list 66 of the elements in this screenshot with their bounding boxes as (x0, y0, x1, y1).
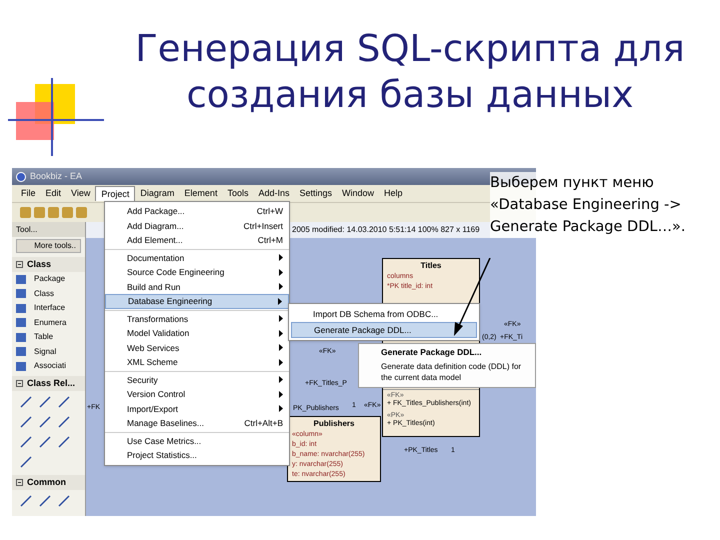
menu-item[interactable]: Generate Package DDL... (291, 322, 477, 338)
connector-tool-icon[interactable] (20, 396, 32, 408)
collapse-icon[interactable] (16, 380, 23, 386)
menu-bar-item[interactable]: Add-Ins (253, 186, 294, 201)
window-title: Bookbiz - EA (30, 172, 82, 181)
toolbox-item[interactable]: Package (12, 272, 85, 286)
diagram-info: 2005 modified: 14.03.2010 5:51:14 100% 827 x 1169 (292, 226, 480, 234)
menu-item[interactable]: Add Diagram... Ctrl+Insert (105, 218, 289, 233)
connector-tool-icon[interactable] (58, 416, 70, 428)
toolbox-item[interactable]: Associati (12, 359, 85, 374)
menu-item[interactable]: Manage Baselines... Ctrl+Alt+B (105, 416, 289, 430)
toolbox-section-header[interactable]: Common (12, 474, 85, 490)
slide-title: Генерация SQL-скрипта для создания базы данных (134, 26, 686, 118)
connector-tool-icon[interactable] (58, 494, 70, 506)
menu-bar-item[interactable]: Settings (294, 186, 338, 201)
connector-tool-icon[interactable] (58, 436, 70, 448)
tooltip-title: Generate Package DDL... (380, 348, 483, 356)
menu-bar-item[interactable]: View (66, 186, 96, 201)
menu-item[interactable]: Project Statistics... (105, 448, 289, 462)
menu-item[interactable]: Transformations (105, 312, 289, 326)
collapse-icon[interactable] (16, 261, 23, 268)
menu-bar-item[interactable]: File (16, 186, 41, 201)
menu-item[interactable]: Source Code Engineering (105, 265, 289, 280)
menu-bar-item[interactable]: Project (95, 186, 136, 201)
table-name: Publishers (312, 418, 356, 430)
table-name: Titles (420, 260, 442, 272)
menu-bar-item[interactable]: Help (379, 186, 408, 201)
menu-bar-item[interactable]: Edit (40, 186, 66, 201)
menu-item[interactable]: Database Engineering (105, 294, 289, 308)
menu-bar-item[interactable]: Tools (222, 186, 254, 201)
app-logo-icon (16, 172, 26, 182)
tooltip-text: Generate data definition code (DDL) for the current data model (380, 360, 522, 382)
toolbox-section-header[interactable]: Class Rel... (12, 376, 85, 390)
menu-item[interactable]: Import DB Schema from ODBC... (291, 306, 477, 322)
menu-item[interactable]: Use Case Metrics... (105, 434, 289, 448)
connector-tool-icon[interactable] (39, 416, 51, 428)
toolbox-section-header[interactable]: Class (12, 257, 85, 272)
menu-item[interactable]: Web Services (105, 340, 289, 355)
connector-tool-icon[interactable] (39, 436, 51, 448)
connector-tool-icon[interactable] (20, 456, 32, 468)
menu-item[interactable]: Import/Export (105, 402, 289, 416)
menu-bar-item[interactable]: Diagram (135, 186, 180, 201)
menu-item[interactable]: Security (105, 372, 289, 387)
menu-bar-item[interactable]: Element (179, 186, 222, 201)
toolbox-item[interactable]: Table (12, 330, 85, 344)
menu-item[interactable]: Model Validation (105, 326, 289, 340)
menu-bar-item[interactable]: Window (337, 186, 380, 201)
toolbox-item[interactable]: Enumera (12, 316, 85, 330)
toolbox-title: Tool... (16, 226, 38, 234)
menu-item[interactable]: Version Control (105, 387, 289, 402)
menu-item[interactable]: Add Package... Ctrl+W (105, 204, 289, 218)
toolbox-item[interactable]: Class (12, 286, 85, 301)
connector-tool-icon[interactable] (20, 436, 32, 448)
toolbox-item[interactable]: Interface (12, 301, 85, 316)
connector-tool-icon[interactable] (20, 416, 32, 428)
menu-item[interactable]: Add Element... Ctrl+M (105, 233, 289, 248)
connector-tool-icon[interactable] (39, 396, 51, 408)
menu-item[interactable]: XML Scheme (105, 355, 289, 370)
more-tools-button[interactable]: More tools.. (16, 239, 81, 253)
connector-tool-icon[interactable] (39, 494, 51, 506)
connector-tool-icon[interactable] (20, 494, 32, 506)
toolbox-item[interactable]: Signal (12, 344, 85, 359)
collapse-icon[interactable] (16, 478, 23, 486)
menu-item[interactable]: Documentation (105, 250, 289, 265)
menu-item[interactable]: Build and Run (105, 280, 289, 294)
connector-tool-icon[interactable] (58, 396, 70, 408)
